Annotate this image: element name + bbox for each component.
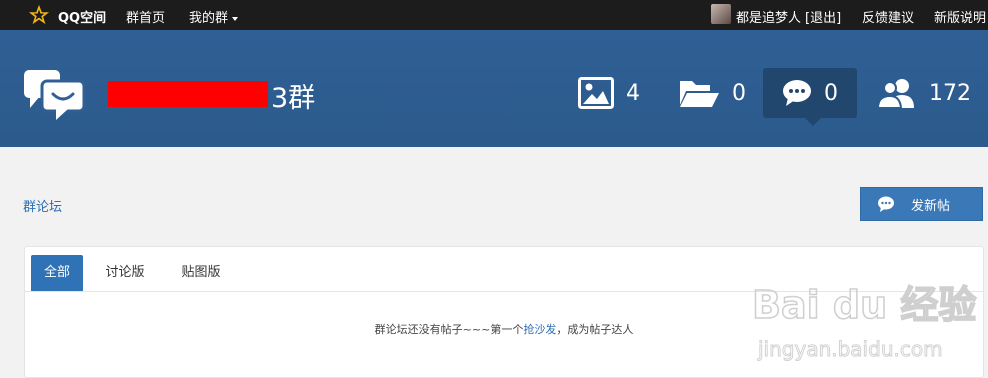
tab-discussion[interactable]: 讨论版 bbox=[97, 255, 153, 291]
new-post-button[interactable]: 发新帖 bbox=[860, 187, 983, 221]
folder-icon bbox=[680, 81, 719, 107]
new-post-label: 发新帖 bbox=[911, 198, 951, 214]
empty-text-after: ，成为帖子达人 bbox=[556, 323, 634, 336]
brand-link[interactable]: QQ空间 bbox=[58, 7, 106, 26]
empty-text-before: 群论坛还没有帖子~~~第一个 bbox=[374, 323, 524, 336]
photos-count: 4 bbox=[626, 80, 640, 106]
username-link[interactable]: 都是追梦人 bbox=[736, 7, 801, 26]
feedback-link[interactable]: 反馈建议 bbox=[862, 7, 914, 26]
watermark-url: jingyan.baidu.com bbox=[757, 337, 943, 361]
chevron-down-icon bbox=[232, 16, 239, 21]
grab-sofa-link[interactable]: 抢沙发 bbox=[523, 323, 556, 336]
group-header: 十3群 4 0 0 172 bbox=[0, 30, 988, 147]
members-icon bbox=[877, 79, 914, 109]
members-count: 172 bbox=[929, 80, 971, 106]
stat-forum[interactable]: 0 bbox=[763, 68, 857, 126]
top-navigation-bar: QQ空间 群首页 我的群 都是追梦人 [退出] 反馈建议 新版说明 bbox=[0, 0, 988, 30]
forum-count: 0 bbox=[824, 80, 838, 106]
nav-my-groups[interactable]: 我的群 bbox=[189, 7, 239, 26]
speech-bubble-icon bbox=[783, 80, 811, 106]
redaction-bar bbox=[108, 81, 268, 107]
stat-photos[interactable]: 4 bbox=[578, 68, 640, 118]
baidu-jingyan-watermark: Bai du 经验 jingyan.baidu.com bbox=[752, 282, 977, 361]
stat-files[interactable]: 0 bbox=[678, 68, 746, 118]
tab-pictures[interactable]: 贴图版 bbox=[173, 255, 229, 291]
new-version-link[interactable]: 新版说明 bbox=[934, 7, 986, 26]
nav-my-groups-label: 我的群 bbox=[189, 11, 229, 26]
comment-icon bbox=[878, 196, 894, 212]
group-name-suffix: 3群 bbox=[271, 83, 316, 114]
watermark-brand: Bai du 经验 bbox=[752, 283, 976, 327]
tab-all[interactable]: 全部 bbox=[31, 255, 83, 291]
files-count: 0 bbox=[732, 80, 746, 106]
stat-members[interactable]: 172 bbox=[877, 68, 971, 118]
chat-bubbles-icon bbox=[24, 70, 86, 120]
logout-link[interactable]: [退出] bbox=[805, 7, 841, 26]
breadcrumb[interactable]: 群论坛 bbox=[23, 196, 62, 215]
avatar[interactable] bbox=[711, 4, 731, 24]
nav-group-home[interactable]: 群首页 bbox=[126, 7, 165, 26]
star-logo-icon[interactable] bbox=[28, 4, 50, 26]
picture-icon bbox=[578, 77, 614, 109]
